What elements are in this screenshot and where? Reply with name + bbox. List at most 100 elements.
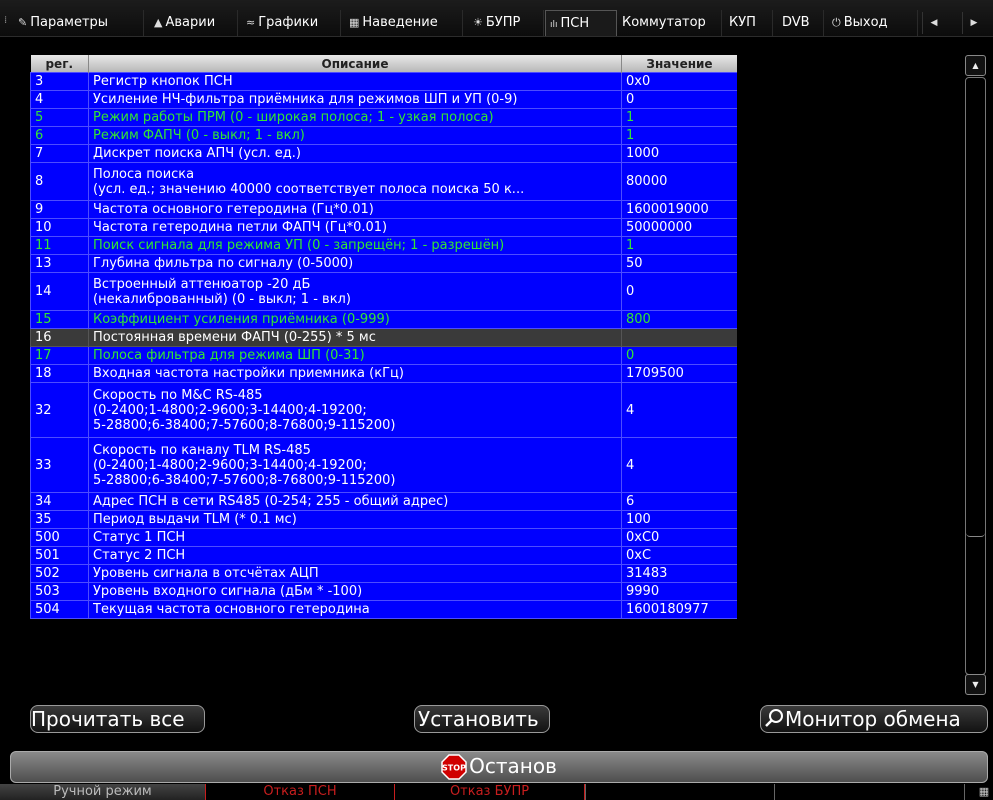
tab-dvb[interactable]: DVB <box>778 10 824 36</box>
register-number-cell: 13 <box>30 254 89 273</box>
set-button[interactable]: Установить <box>414 705 550 733</box>
register-value-cell[interactable] <box>621 328 737 347</box>
register-description-cell: Коэффициент усиления приёмника (0-999) <box>88 310 622 329</box>
register-number-cell: 18 <box>30 364 89 383</box>
register-value-cell[interactable]: 100 <box>621 510 737 529</box>
table-row[interactable]: 8 Полоса поиска (усл. ед.; значению 40000 … <box>30 162 737 201</box>
register-number-cell: 503 <box>30 582 89 601</box>
register-description-cell: Скорость по M&C RS-485 (0-2400;1-4800;2-9… <box>88 382 622 438</box>
register-value-cell[interactable]: 1600019000 <box>621 200 737 219</box>
column-header-reg[interactable]: рег. <box>30 55 89 73</box>
table-row[interactable]: 34 Адрес ПСН в сети RS485 (0-254; 255 - о… <box>30 492 737 511</box>
register-value-cell[interactable]: 50000000 <box>621 218 737 237</box>
table-row[interactable]: 6 Режим ФАПЧ (0 - выкл; 1 - вкл) 1 <box>30 126 737 145</box>
table-row[interactable]: 18 Входная частота настройки приемника (к… <box>30 364 737 383</box>
table-row[interactable]: 501 Статус 2 ПСН 0xC <box>30 546 737 565</box>
grid-icon[interactable]: ▦ <box>975 784 993 800</box>
register-value-cell[interactable]: 6 <box>621 492 737 511</box>
exchange-monitor-button[interactable]: Монитор обмена <box>760 705 988 733</box>
table-row[interactable]: 33 Скорость по каналу TLM RS-485 (0-2400;1… <box>30 437 737 493</box>
register-value-cell[interactable]: 0xC <box>621 546 737 565</box>
tab-exit[interactable]: ⏻ Выход <box>828 10 918 36</box>
tab-bupr[interactable]: ☀ БУПР <box>469 10 544 36</box>
table-row[interactable]: 4 Усиление НЧ-фильтра приёмника для режим… <box>30 90 737 109</box>
register-value-cell[interactable]: 1709500 <box>621 364 737 383</box>
tab-label: DVB <box>782 15 810 30</box>
register-description-cell: Регистр кнопок ПСН <box>88 72 622 91</box>
register-value-cell[interactable]: 1600180977 <box>621 600 737 619</box>
table-row[interactable]: 7 Дискрет поиска АПЧ (усл. ед.) 1000 <box>30 144 737 163</box>
column-header-value[interactable]: Значение <box>621 55 737 73</box>
tabs-scroll-right-button[interactable]: ▶ <box>962 12 985 34</box>
description-line: Скорость по M&C RS-485 <box>93 387 263 403</box>
register-value-cell[interactable]: 0x0 <box>621 72 737 91</box>
table-row[interactable]: 14 Встроенный аттенюатор -20 дБ (некалибро… <box>30 272 737 311</box>
tab-pointing[interactable]: ▦ Наведение <box>345 10 463 36</box>
table-row[interactable]: 10 Частота гетеродина петли ФАПЧ (Гц*0.01… <box>30 218 737 237</box>
register-number-cell: 500 <box>30 528 89 547</box>
column-header-description[interactable]: Описание <box>88 55 622 73</box>
register-value-cell[interactable]: 1 <box>621 126 737 145</box>
table-row[interactable]: 15 Коэффициент усиления приёмника (0-999)… <box>30 310 737 329</box>
description-line: Уровень входного сигнала (дБм * -100) <box>93 584 363 599</box>
table-row[interactable]: 503 Уровень входного сигнала (дБм * -100)… <box>30 582 737 601</box>
stop-button[interactable]: STOP Останов <box>10 751 988 783</box>
description-line: Период выдачи TLM (* 0.1 мс) <box>93 512 297 527</box>
table-row[interactable]: 13 Глубина фильтра по сигналу (0-5000) 50 <box>30 254 737 273</box>
table-row[interactable]: 502 Уровень сигнала в отсчётах АЦП 31483 <box>30 564 737 583</box>
register-value-cell[interactable]: 0 <box>621 90 737 109</box>
register-value-cell[interactable]: 1 <box>621 236 737 255</box>
tabs-scroll-left-button[interactable]: ◀ <box>922 12 945 34</box>
description-line: Частота основного гетеродина (Гц*0.01) <box>93 202 374 217</box>
read-all-button[interactable]: Прочитать все <box>30 705 205 733</box>
register-value-cell[interactable]: 80000 <box>621 162 737 201</box>
tab-psn[interactable]: ılı ПСН <box>545 10 617 36</box>
register-value-cell[interactable]: 50 <box>621 254 737 273</box>
table-row[interactable]: 17 Полоса фильтра для режима ШП (0-31) 0 <box>30 346 737 365</box>
table-row[interactable]: 32 Скорость по M&C RS-485 (0-2400;1-4800;2… <box>30 382 737 438</box>
tab-charts[interactable]: ≈ Графики <box>242 10 341 36</box>
register-value-cell[interactable]: 31483 <box>621 564 737 583</box>
table-row[interactable]: 11 Поиск сигнала для режима УП (0 - запре… <box>30 236 737 255</box>
scrollbar-thumb[interactable] <box>966 78 985 537</box>
register-value-cell[interactable]: 0 <box>621 272 737 311</box>
description-line: 5-28800;6-38400;7-57600;8-76800;9-115200… <box>93 417 396 433</box>
table-row[interactable]: 16 Постоянная времени ФАПЧ (0-255) * 5 мс <box>30 328 737 347</box>
register-number-cell: 33 <box>30 437 89 493</box>
register-value-cell[interactable]: 0 <box>621 346 737 365</box>
table-row[interactable]: 3 Регистр кнопок ПСН 0x0 <box>30 72 737 91</box>
table-row[interactable]: 500 Статус 1 ПСН 0xC0 <box>30 528 737 547</box>
scrollbar-track[interactable] <box>965 77 986 675</box>
register-value-cell[interactable]: 4 <box>621 437 737 493</box>
status-fault-bupr: Отказ БУПР <box>395 784 585 800</box>
scroll-up-button[interactable]: ▲ <box>965 55 986 76</box>
register-number-cell: 8 <box>30 162 89 201</box>
tab-label: ПСН <box>560 16 590 31</box>
register-value-cell[interactable]: 1 <box>621 108 737 127</box>
register-description-cell: Уровень входного сигнала (дБм * -100) <box>88 582 622 601</box>
register-description-cell: Частота основного гетеродина (Гц*0.01) <box>88 200 622 219</box>
register-value-cell[interactable]: 4 <box>621 382 737 438</box>
status-slot-empty-2 <box>775 784 965 800</box>
tab-alarms[interactable]: ▲ Аварии <box>150 10 238 36</box>
register-number-cell: 7 <box>30 144 89 163</box>
power-icon: ⏻ <box>832 16 841 29</box>
tab-kup[interactable]: КУП <box>725 10 773 36</box>
description-line: Глубина фильтра по сигналу (0-5000) <box>93 256 354 271</box>
tab-parameters[interactable]: ✎ Параметры <box>14 10 144 36</box>
table-row[interactable]: 504 Текущая частота основного гетеродина 1… <box>30 600 737 619</box>
search-icon <box>765 709 783 727</box>
status-manual-mode: Ручной режим <box>0 784 205 800</box>
table-row[interactable]: 35 Период выдачи TLM (* 0.1 мс) 100 <box>30 510 737 529</box>
table-row[interactable]: 5 Режим работы ПРМ (0 - широкая полоса; 1… <box>30 108 737 127</box>
register-value-cell[interactable]: 1000 <box>621 144 737 163</box>
table-row[interactable]: 9 Частота основного гетеродина (Гц*0.01) 1… <box>30 200 737 219</box>
description-line: 5-28800;6-38400;7-57600;8-76800;9-115200… <box>93 472 396 488</box>
register-number-cell: 14 <box>30 272 89 311</box>
scroll-down-button[interactable]: ▼ <box>965 674 986 695</box>
table-scrollbar[interactable]: ▲ ▼ <box>963 55 988 696</box>
tab-switch[interactable]: Коммутатор <box>618 10 722 36</box>
register-value-cell[interactable]: 9990 <box>621 582 737 601</box>
register-value-cell[interactable]: 800 <box>621 310 737 329</box>
register-value-cell[interactable]: 0xC0 <box>621 528 737 547</box>
